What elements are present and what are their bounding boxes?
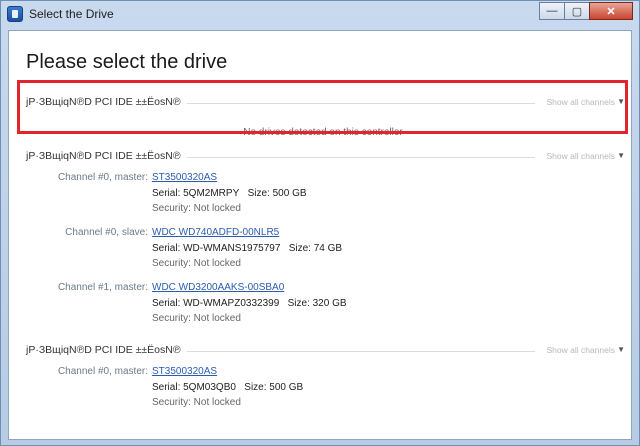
controller-name: јР·ЗВщiqN℗D PCI IDE ±±ЁosN℗ bbox=[26, 344, 187, 356]
drive-serial-size: Serial: 5QM2MRPY Size: 500 GB bbox=[152, 188, 307, 199]
drive-serial: Serial: WD-WMANS1975797 bbox=[152, 243, 281, 254]
controller-header: јР·ЗВщiqN℗D PCI IDE ±±ЁosN℗ Show all cha… bbox=[21, 342, 625, 358]
channel-label: Channel #0, master: bbox=[57, 366, 148, 377]
controller-section: јР·ЗВщiqN℗D PCI IDE ±±ЁosN℗ Show all cha… bbox=[21, 148, 625, 324]
drive-serial: Serial: 5QM03QB0 bbox=[152, 382, 236, 393]
drive-selection-window: Select the Drive — ▢ ✕ Please select the… bbox=[0, 0, 640, 446]
drive-entry: Channel #1, master: WDC WD3200AAKS-00SBA… bbox=[21, 282, 625, 330]
controller-header: јР·ЗВщiqN℗D PCI IDE ±±ЁosN℗ Show all cha… bbox=[21, 148, 625, 164]
drive-entry: Channel #0, master: ST3500320AS Serial: … bbox=[21, 172, 625, 220]
close-button[interactable]: ✕ bbox=[589, 2, 633, 20]
controller-name: јР·ЗВщiqN℗D PCI IDE ±±ЁosN℗ bbox=[26, 150, 187, 162]
drive-serial-size: Serial: WD-WMANS1975797 Size: 74 GB bbox=[152, 243, 342, 254]
drive-model-link[interactable]: WDC WD3200AAKS-00SBA0 bbox=[152, 282, 284, 293]
minimize-button[interactable]: — bbox=[539, 2, 565, 20]
dialog-content: Please select the drive јР·ЗВщiqN℗D PCI … bbox=[8, 30, 632, 440]
drive-model-link[interactable]: WDC WD740ADFD-00NLR5 bbox=[152, 227, 279, 238]
divider bbox=[171, 157, 535, 158]
chevron-down-icon[interactable]: ▼ bbox=[617, 345, 625, 354]
drive-model-link[interactable]: ST3500320AS bbox=[152, 172, 217, 183]
drive-entry: Channel #0, master: ST3500320AS Serial: … bbox=[21, 366, 625, 414]
divider bbox=[171, 351, 535, 352]
drive-size: Size: 500 GB bbox=[244, 382, 304, 393]
drive-size: Size: 320 GB bbox=[287, 298, 347, 309]
controller-section: јР·ЗВщiqN℗D PCI IDE ±±ЁosN℗ Show all cha… bbox=[21, 342, 625, 408]
page-title: Please select the drive bbox=[26, 51, 228, 73]
show-all-channels-link[interactable]: Show all channels bbox=[546, 345, 615, 355]
channel-label: Channel #1, master: bbox=[57, 282, 148, 293]
window-title: Select the Drive bbox=[29, 7, 114, 21]
channel-label: Channel #0, slave: bbox=[65, 227, 148, 238]
window-controls: — ▢ ✕ bbox=[539, 2, 633, 20]
channel-label: Channel #0, master: bbox=[57, 172, 148, 183]
drive-serial: Serial: WD-WMAPZ0332399 bbox=[152, 298, 280, 309]
drive-security: Security: Not locked bbox=[152, 203, 241, 214]
title-bar[interactable]: Select the Drive — ▢ ✕ bbox=[1, 1, 639, 29]
drive-serial-size: Serial: 5QM03QB0 Size: 500 GB bbox=[152, 382, 303, 393]
drive-security: Security: Not locked bbox=[152, 397, 241, 408]
show-all-channels-link[interactable]: Show all channels bbox=[546, 151, 615, 161]
drive-size: Size: 74 GB bbox=[288, 243, 343, 254]
app-icon bbox=[7, 6, 23, 22]
drive-entry: Channel #0, slave: WDC WD740ADFD-00NLR5 … bbox=[21, 227, 625, 275]
chevron-down-icon[interactable]: ▼ bbox=[617, 151, 625, 160]
drive-serial: Serial: 5QM2MRPY bbox=[152, 188, 240, 199]
highlight-box bbox=[17, 80, 628, 134]
drive-security: Security: Not locked bbox=[152, 258, 241, 269]
drive-model-link[interactable]: ST3500320AS bbox=[152, 366, 217, 377]
maximize-button[interactable]: ▢ bbox=[564, 2, 590, 20]
drive-security: Security: Not locked bbox=[152, 313, 241, 324]
drive-size: Size: 500 GB bbox=[247, 188, 307, 199]
drive-serial-size: Serial: WD-WMAPZ0332399 Size: 320 GB bbox=[152, 298, 347, 309]
